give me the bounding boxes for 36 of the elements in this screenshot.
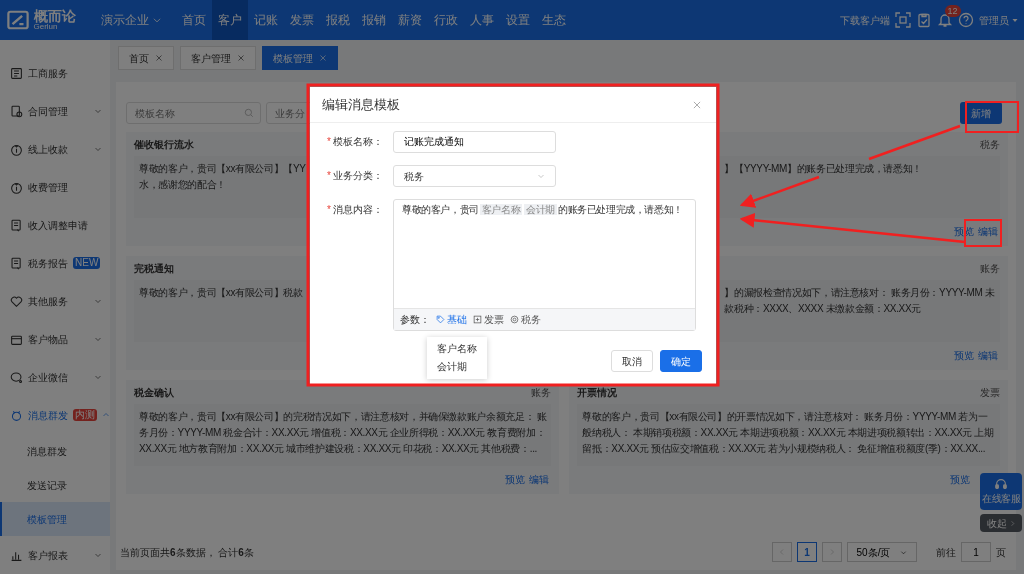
page-unit-label: 页 — [996, 545, 1006, 560]
card-title: 催收银行流水 — [134, 138, 194, 152]
category-label: 账务 — [979, 262, 1000, 276]
badge: NEW — [73, 257, 101, 269]
card-title: 开票情况 — [577, 386, 618, 400]
message-text: 】【YYYY-MM】的账务已处理完成，请悉知！ — [724, 163, 923, 174]
category-label: 税务 — [979, 138, 1000, 152]
card-title: 税金确认 — [134, 386, 174, 400]
params-label: 参数： — [400, 313, 430, 327]
message-text: 留抵：XX.XX元 预估应交增值税：XX.XX元 若为小规模纳税人： 免征增值税额度(季)：XX.XX... — [582, 443, 986, 454]
field-label: 业务分类： — [333, 170, 383, 181]
message-text: 尊敬的客户，贵司【xx有限公司】【YY — [139, 163, 306, 174]
logo-subtitle: Gerlun — [33, 23, 58, 31]
message-text: 尊敬的客户，贵司【xx有限公司】的完税情况如下，请注意核对，并确保缴款账户余额充足： 账 — [139, 411, 547, 422]
message-content: 尊敬的客户，贵司 客户名称 会计期 的账务已处理完成，请悉知！ — [402, 203, 683, 217]
logo-name: 概而论 — [33, 9, 76, 23]
required-mark: * — [327, 136, 331, 147]
message-text: 尊敬的客户，贵司【xx有限公司】税款 — [139, 287, 303, 298]
message-text: 般纳税人： 本期销项税额：XX.XX元 本期进项税额：XX.XX元 本期进项税额转出：XX.XX元 上期 — [582, 427, 994, 438]
required-mark: * — [327, 170, 331, 181]
category-label: 账务 — [531, 386, 552, 400]
card-title: 完税通知 — [134, 262, 174, 276]
message-text: 】的漏报检查情况如下，请注意核对： 账务月份：YYYY-MM 未 — [724, 287, 995, 298]
message-text: XX.XX元 地方教育附加：XX.XX元 城市维护建设税：XX.XX元 印花税：XX.XX元 其他税费：... — [139, 443, 538, 454]
required-mark: * — [327, 204, 331, 215]
field-label: 消息内容： — [333, 204, 383, 215]
dialog-title: 编辑消息模板 — [322, 95, 400, 114]
badge: 内测 — [73, 409, 97, 421]
category-label: 发票 — [979, 386, 1000, 400]
field-label: 模板名称： — [333, 136, 383, 147]
page-summary: 当前页面共6条数据， 合计6条 — [120, 545, 254, 560]
goto-label: 前往 — [936, 545, 956, 560]
notification-count: 12 — [944, 5, 961, 17]
message-text: 水，感谢您的配合！ — [139, 179, 226, 190]
message-text: 款税种：XXXX、XXXX 未缴款金额：XX.XX元 — [724, 303, 921, 314]
message-text: 务月份：YYYY-MM 税金合计：XX.XX元 增值税：XX.XX元 企业所得税：XX.XX元 教育费附加： — [139, 427, 546, 438]
